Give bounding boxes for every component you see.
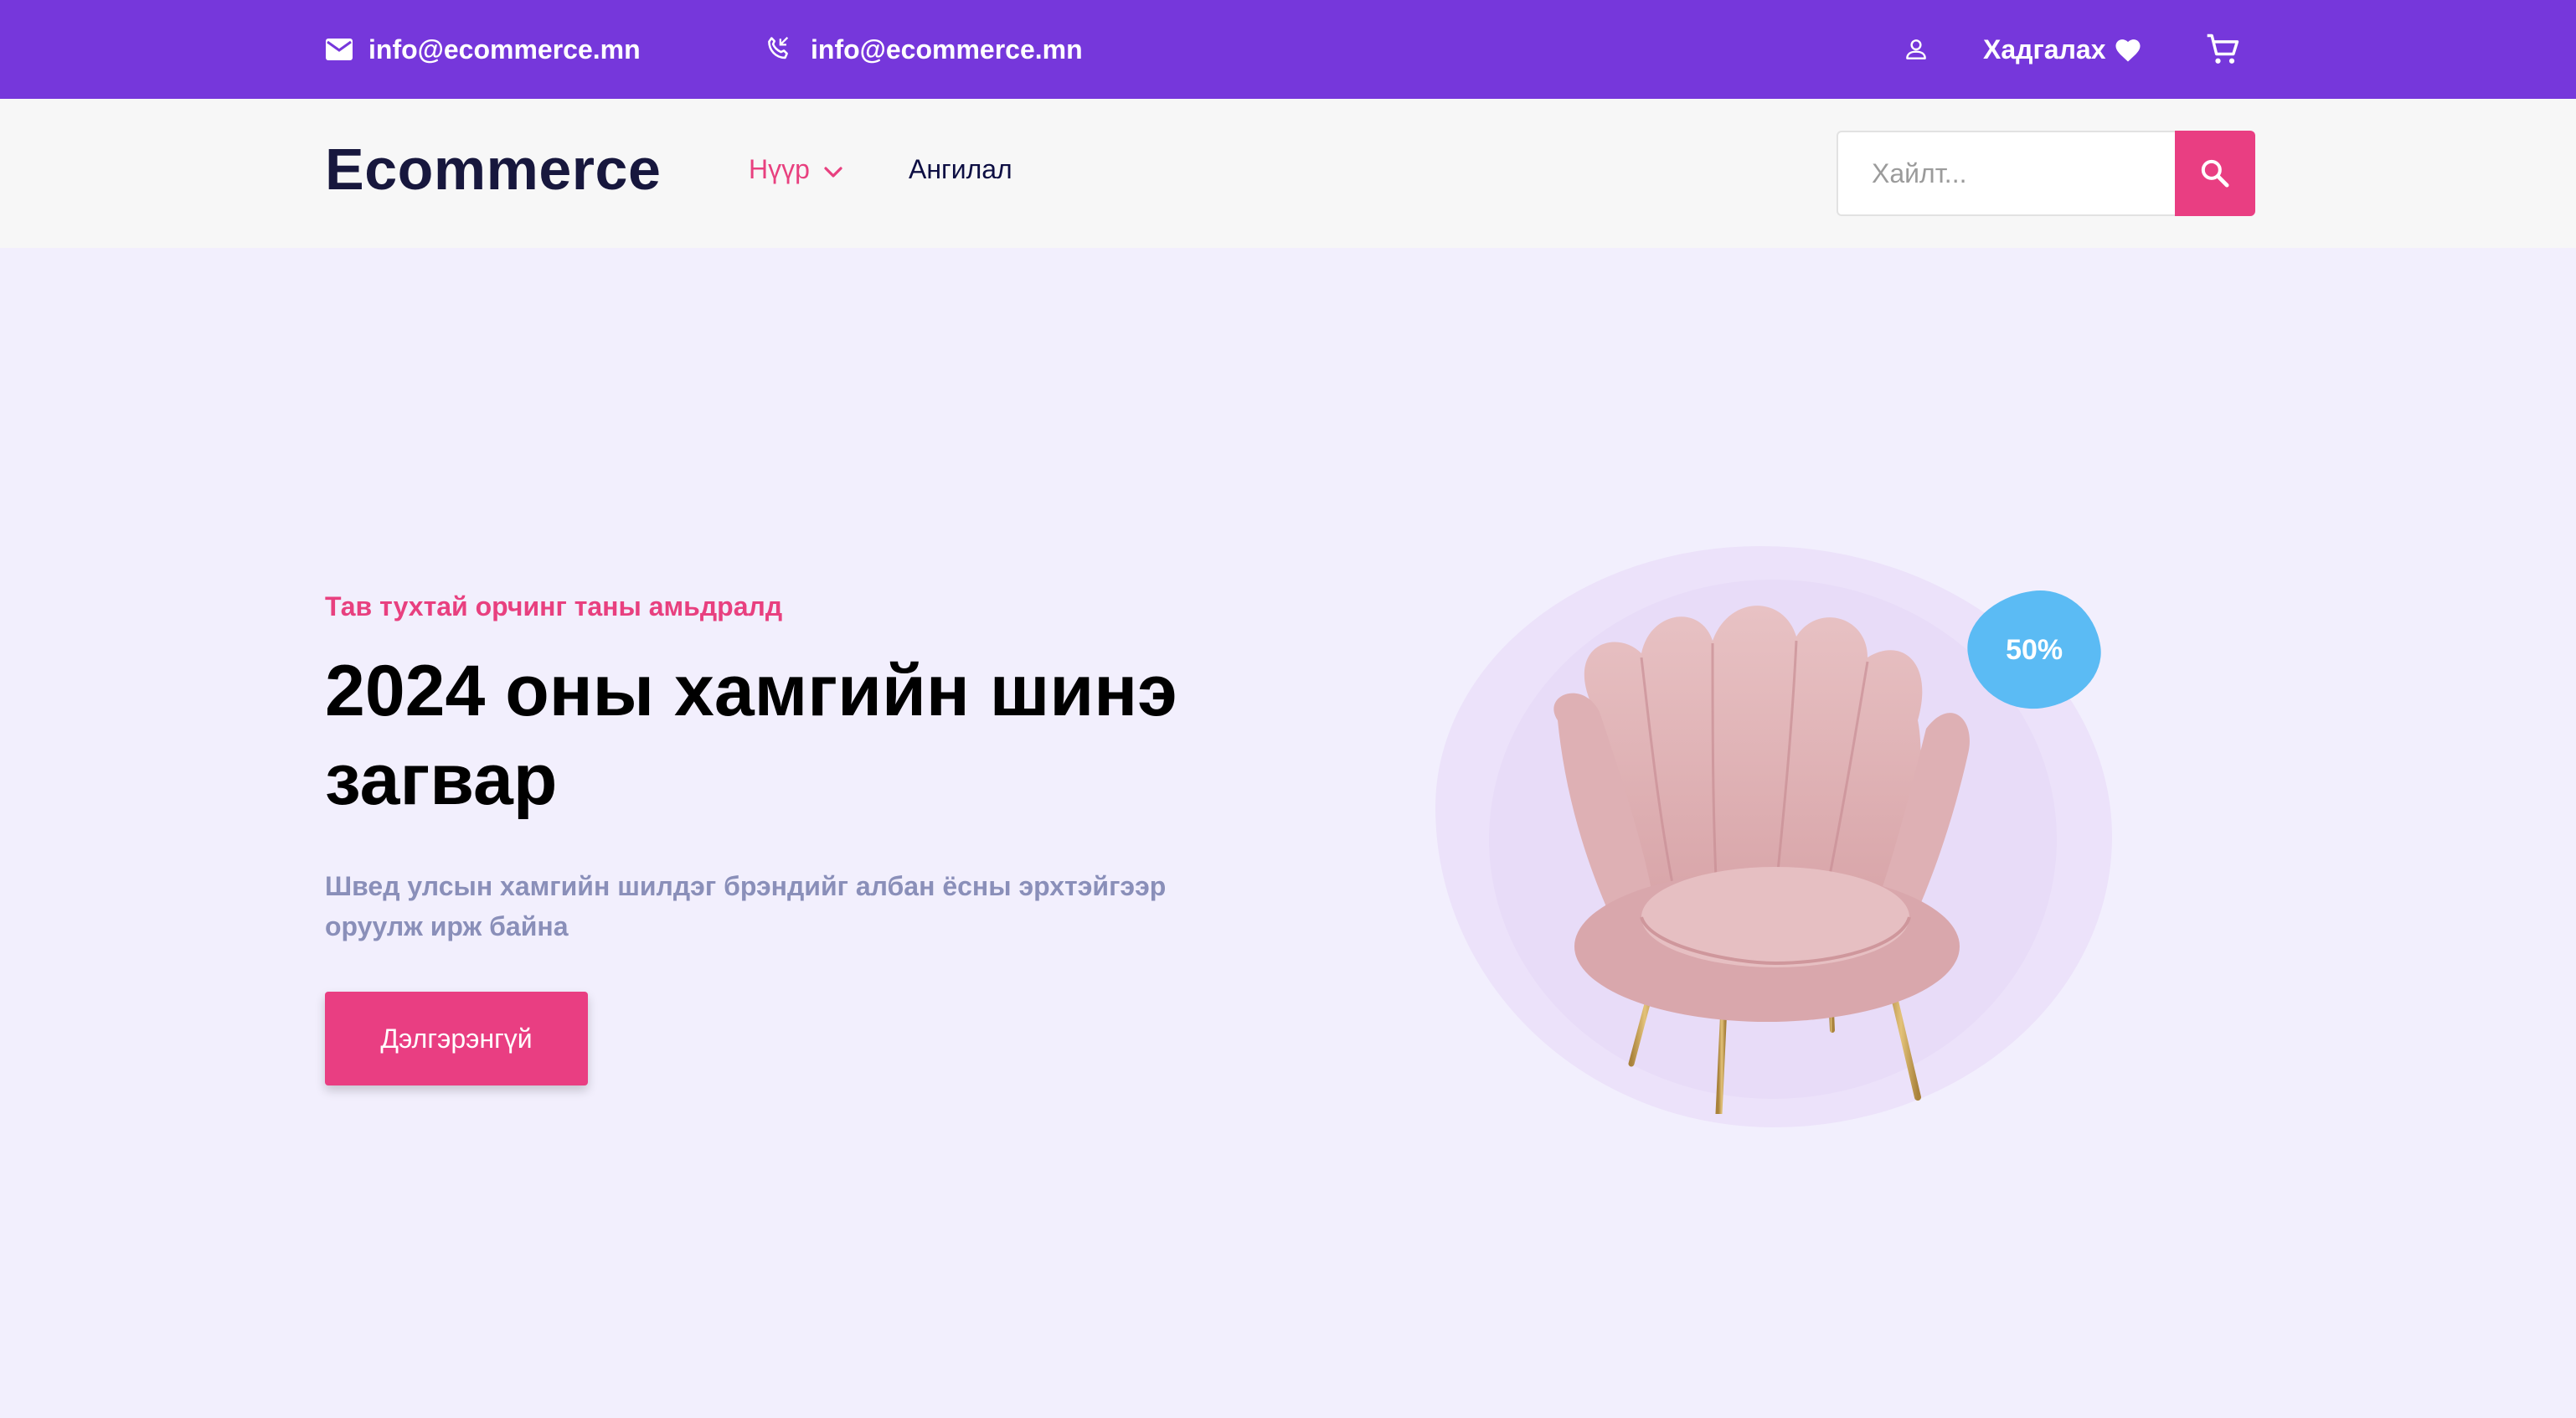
main-navbar: Ecommerce Нүүр Ангилал (0, 99, 2576, 248)
search-bar (1837, 131, 2255, 216)
contact-phone-text: info@ecommerce.mn (811, 34, 1083, 64)
hero-description: Швед улсын хамгийн шилдэг брэндийг албан… (325, 871, 1167, 941)
cart-icon (2207, 34, 2239, 64)
hero-image: 50% (1424, 536, 2177, 1139)
hero-subtitle: Тав тухтай орчинг таны амьдралд (325, 591, 783, 621)
details-button[interactable]: Дэлгэрэнгүй (325, 992, 588, 1085)
nav-item-category[interactable]: Ангилал (909, 154, 1012, 185)
top-bar: info@ecommerce.mn info@ecommerce.mn Хадг… (0, 0, 2576, 99)
contact-email-text: info@ecommerce.mn (368, 34, 641, 64)
cart-button[interactable] (2204, 0, 2241, 99)
chevron-down-icon (824, 166, 842, 178)
heart-icon (2115, 39, 2141, 62)
search-icon (2201, 159, 2229, 188)
search-input[interactable] (1837, 131, 2175, 216)
mail-icon (326, 39, 353, 60)
search-button[interactable] (2175, 131, 2255, 216)
armchair-image (1553, 606, 1970, 1114)
nav-item-home-label: Нүүр (749, 154, 810, 184)
hero-title: 2024 оны хамгийн шинэ загвар (325, 651, 1177, 820)
discount-badge-text: 50% (2005, 633, 2063, 666)
wishlist-label: Хадгалах (1983, 34, 2106, 64)
contact-phone[interactable]: info@ecommerce.mn (764, 0, 1083, 99)
phone-icon (768, 37, 789, 59)
user-icon (1906, 39, 1926, 59)
account-button[interactable] (1903, 0, 1929, 99)
site-logo[interactable]: Ecommerce (325, 136, 661, 203)
nav-item-home[interactable]: Нүүр (749, 154, 843, 185)
wishlist-button[interactable]: Хадгалах (1983, 0, 2143, 99)
contact-email[interactable]: info@ecommerce.mn (325, 0, 641, 99)
